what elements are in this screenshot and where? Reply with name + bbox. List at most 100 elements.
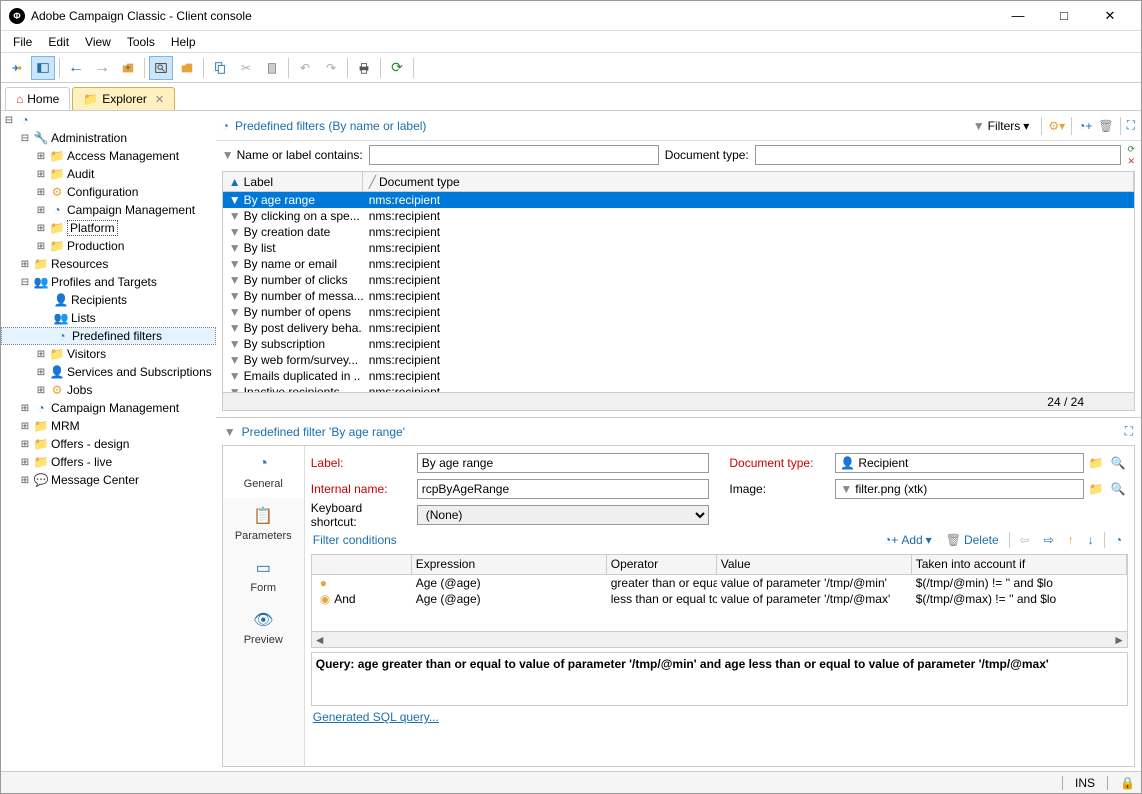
search-clear-icon[interactable]: ✕ <box>1127 156 1135 167</box>
col-doctype[interactable]: ╱Document type <box>363 172 1134 191</box>
tree-predefined-filters[interactable]: ◔Predefined filters <box>1 327 216 345</box>
new-item-icon[interactable]: ◔+ <box>1078 119 1092 133</box>
tree-jobs[interactable]: ⊞⚙Jobs <box>1 381 216 399</box>
cond-col-expr[interactable]: Expression <box>412 555 607 574</box>
cond-col-andor[interactable] <box>312 555 412 574</box>
image-search-icon[interactable]: 🔍 <box>1108 479 1128 499</box>
tree-platform[interactable]: ⊞📁Platform <box>1 219 216 237</box>
add-condition-button[interactable]: ◔+Add ▾ <box>880 532 936 548</box>
list-row[interactable]: ▼By name or emailnms:recipient <box>223 256 1134 272</box>
explorer-tree[interactable]: ⊟◔ ⊟🔧Administration ⊞📁Access Management … <box>1 111 216 771</box>
image-browse-icon[interactable]: 📁 <box>1086 479 1106 499</box>
list-row[interactable]: ▼By listnms:recipient <box>223 240 1134 256</box>
back-arrow-icon[interactable]: ← <box>64 56 88 80</box>
menu-edit[interactable]: Edit <box>40 33 77 51</box>
print-icon[interactable] <box>352 56 376 80</box>
list-row[interactable]: ▼Inactive recipientsnms:recipient <box>223 384 1134 392</box>
col-label[interactable]: ▲Label <box>223 172 363 191</box>
filters-button[interactable]: ▼Filters ▾ <box>967 117 1036 135</box>
search-refresh-icon[interactable]: ⟳ <box>1127 144 1135 155</box>
config-list-icon[interactable]: ⚙▾ <box>1048 119 1065 133</box>
delete-item-icon[interactable]: 🗑 <box>1098 119 1113 133</box>
detail-tab-parameters[interactable]: 📋Parameters <box>223 498 304 550</box>
tree-configuration[interactable]: ⊞⚙Configuration <box>1 183 216 201</box>
tree-audit[interactable]: ⊞📁Audit <box>1 165 216 183</box>
list-row[interactable]: ▼By number of messa...nms:recipient <box>223 288 1134 304</box>
cond-col-op[interactable]: Operator <box>607 555 717 574</box>
list-row[interactable]: ▼By post delivery beha..nms:recipient <box>223 320 1134 336</box>
doctype-input[interactable] <box>755 145 1122 165</box>
list-row[interactable]: ▼By creation datenms:recipient <box>223 224 1134 240</box>
detail-tab-preview[interactable]: 👁Preview <box>223 602 304 654</box>
cond-col-val[interactable]: Value <box>717 555 912 574</box>
list-row[interactable]: ▼By web form/survey...nms:recipient <box>223 352 1134 368</box>
menu-file[interactable]: File <box>5 33 40 51</box>
cut-icon[interactable]: ✂ <box>234 56 258 80</box>
list-row[interactable]: ▼Emails duplicated in ..nms:recipient <box>223 368 1134 384</box>
nav-first-icon[interactable]: ⇦ <box>1016 532 1034 548</box>
condition-row[interactable]: ◉AndAge (@age)less than or equal tovalue… <box>312 591 1127 607</box>
list-row[interactable]: ▼By subscriptionnms:recipient <box>223 336 1134 352</box>
move-down-icon[interactable]: ↓ <box>1084 532 1098 548</box>
label-input[interactable] <box>417 453 710 473</box>
generated-sql-link[interactable]: Generated SQL query... <box>311 706 1128 728</box>
tab-close-icon[interactable]: ✕ <box>155 93 164 106</box>
list-row[interactable]: ▼By number of opensnms:recipient <box>223 304 1134 320</box>
move-up-icon[interactable]: ↑ <box>1064 532 1078 548</box>
tree-campaign-management[interactable]: ⊞◔Campaign Management <box>1 201 216 219</box>
menu-view[interactable]: View <box>77 33 119 51</box>
list-row[interactable]: ▼By clicking on a spe...nms:recipient <box>223 208 1134 224</box>
detail-fullscreen-icon[interactable]: ⛶ <box>1125 424 1133 439</box>
redo-icon[interactable]: ↷ <box>319 56 343 80</box>
undo-icon[interactable]: ↶ <box>293 56 317 80</box>
explorer-toggle-icon[interactable] <box>31 56 55 80</box>
fullscreen-icon[interactable]: ⛶ <box>1127 118 1135 133</box>
cond-col-taken[interactable]: Taken into account if <box>912 555 1127 574</box>
internal-name-input[interactable] <box>417 479 710 499</box>
list-row[interactable]: ▼By number of clicksnms:recipient <box>223 272 1134 288</box>
tree-message-center[interactable]: ⊞💬Message Center <box>1 471 216 489</box>
connect-icon[interactable] <box>5 56 29 80</box>
tree-administration[interactable]: ⊟🔧Administration <box>1 129 216 147</box>
tree-profiles-targets[interactable]: ⊟👥Profiles and Targets <box>1 273 216 291</box>
search-input[interactable] <box>369 145 659 165</box>
tree-lists[interactable]: 👥Lists <box>1 309 216 327</box>
tree-offers-live[interactable]: ⊞📁Offers - live <box>1 453 216 471</box>
tree-recipients[interactable]: 👤Recipients <box>1 291 216 309</box>
search-folder-icon[interactable] <box>149 56 173 80</box>
parent-folder-icon[interactable] <box>116 56 140 80</box>
cond-scrollbar[interactable]: ◄► <box>312 631 1127 647</box>
shortcut-select[interactable]: (None) <box>417 505 710 525</box>
detail-tab-form[interactable]: ▭Form <box>223 550 304 602</box>
doctype-browse-icon[interactable]: 📁 <box>1086 453 1106 473</box>
maximize-button[interactable]: □ <box>1041 1 1087 31</box>
distribution-icon[interactable]: ◔ <box>1111 532 1126 548</box>
menu-help[interactable]: Help <box>163 33 204 51</box>
list-row[interactable]: ▼By age rangenms:recipient <box>223 192 1134 208</box>
tree-campaign-management-2[interactable]: ⊞◔Campaign Management <box>1 399 216 417</box>
open-folder-icon[interactable] <box>175 56 199 80</box>
paste-icon[interactable] <box>260 56 284 80</box>
copy-icon[interactable] <box>208 56 232 80</box>
tree-root[interactable]: ⊟◔ <box>1 111 216 129</box>
refresh-icon[interactable]: ⟳ <box>385 56 409 80</box>
condition-row[interactable]: ●Age (@age)greater than or equavalue of … <box>312 575 1127 591</box>
forward-arrow-icon[interactable]: → <box>90 56 114 80</box>
tab-explorer[interactable]: 📁 Explorer ✕ <box>72 87 175 110</box>
minimize-button[interactable]: ― <box>995 1 1041 31</box>
image-value: filter.png (xtk) <box>855 482 927 496</box>
menu-tools[interactable]: Tools <box>119 33 163 51</box>
close-button[interactable]: ✕ <box>1087 1 1133 31</box>
tree-resources[interactable]: ⊞📁Resources <box>1 255 216 273</box>
tree-services-subscriptions[interactable]: ⊞👤Services and Subscriptions <box>1 363 216 381</box>
tree-visitors[interactable]: ⊞📁Visitors <box>1 345 216 363</box>
tree-mrm[interactable]: ⊞📁MRM <box>1 417 216 435</box>
tree-production[interactable]: ⊞📁Production <box>1 237 216 255</box>
delete-condition-button[interactable]: 🗑Delete <box>942 532 1003 548</box>
detail-tab-general[interactable]: ◔General <box>223 446 304 498</box>
tree-offers-design[interactable]: ⊞📁Offers - design <box>1 435 216 453</box>
tree-access-management[interactable]: ⊞📁Access Management <box>1 147 216 165</box>
nav-next-icon[interactable]: ⇨ <box>1040 532 1058 548</box>
doctype-search-icon[interactable]: 🔍 <box>1108 453 1128 473</box>
tab-home[interactable]: ⌂ Home <box>5 87 70 110</box>
